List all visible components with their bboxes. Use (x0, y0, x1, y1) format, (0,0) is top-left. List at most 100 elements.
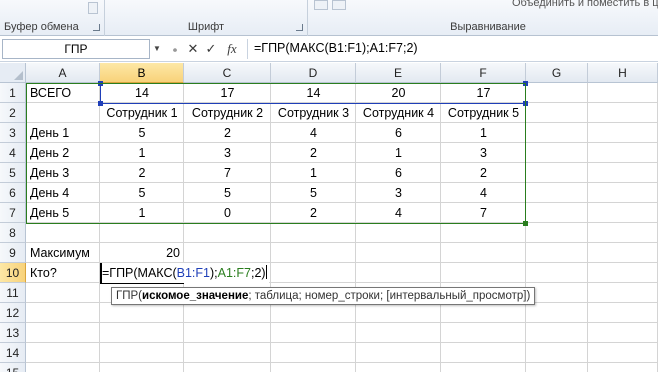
cell-f4[interactable]: 3 (441, 143, 526, 163)
cell-a1[interactable]: ВСЕГО (26, 83, 100, 103)
column-header-a[interactable]: A (26, 63, 100, 83)
cell-b4[interactable]: 1 (100, 143, 184, 163)
column-header-c[interactable]: C (184, 63, 271, 83)
row-header-10[interactable]: 10 (0, 263, 26, 283)
column-header-b[interactable]: B (100, 63, 184, 83)
row-header-2[interactable]: 2 (0, 103, 26, 123)
cell-c4[interactable]: 3 (184, 143, 271, 163)
cell-b7[interactable]: 1 (100, 203, 184, 223)
function-tooltip: ГПР(искомое_значение; таблица; номер_стр… (111, 287, 536, 305)
alignment-group-label: Выравнивание (450, 21, 526, 33)
column-header-e[interactable]: E (356, 63, 441, 83)
cell-f3[interactable]: 1 (441, 123, 526, 143)
row-header-6[interactable]: 6 (0, 183, 26, 203)
cell-e2[interactable]: Сотрудник 4 (356, 103, 441, 123)
cell-c2[interactable]: Сотрудник 2 (184, 103, 271, 123)
cell-d7[interactable]: 2 (271, 203, 356, 223)
column-header-d[interactable]: D (271, 63, 356, 83)
font-group-label: Шрифт (187, 21, 225, 33)
increase-indent-icon[interactable] (332, 0, 346, 10)
cell-a7[interactable]: День 5 (26, 203, 100, 223)
cell-b3[interactable]: 5 (100, 123, 184, 143)
cell-edit-formula[interactable]: =ГПР(МАКС(B1:F1);A1:F7;2) (102, 263, 269, 283)
row-header-5[interactable]: 5 (0, 163, 26, 183)
cell-c7[interactable]: 0 (184, 203, 271, 223)
range-handle[interactable] (523, 81, 528, 86)
cell-b1[interactable]: 14 (100, 83, 184, 103)
cell-d3[interactable]: 4 (271, 123, 356, 143)
row-header-1[interactable]: 1 (0, 83, 26, 103)
cell-c1[interactable]: 17 (184, 83, 271, 103)
gridline-vertical (587, 83, 588, 372)
cell-c5[interactable]: 7 (184, 163, 271, 183)
cell-e5[interactable]: 6 (356, 163, 441, 183)
font-launcher-icon[interactable] (296, 24, 303, 31)
tooltip-active-arg[interactable]: искомое_значение (142, 290, 248, 302)
cell-e6[interactable]: 3 (356, 183, 441, 203)
formula-bar: ГПР ▼ ⦁ ✕ ✓ fx =ГПР(МАКС(B1:F1);A1:F7;2) (0, 37, 658, 62)
cell-b5[interactable]: 2 (100, 163, 184, 183)
row-header-7[interactable]: 7 (0, 203, 26, 223)
cell-f7[interactable]: 7 (441, 203, 526, 223)
cell-d4[interactable]: 2 (271, 143, 356, 163)
range-handle[interactable] (523, 101, 528, 106)
column-header-h[interactable]: H (588, 63, 658, 83)
cell-e7[interactable]: 4 (356, 203, 441, 223)
insert-function-button[interactable]: fx (222, 40, 242, 58)
cell-d6[interactable]: 5 (271, 183, 356, 203)
cell-b9[interactable]: 20 (100, 243, 184, 263)
row-header-13[interactable]: 13 (0, 323, 26, 343)
row-header-12[interactable]: 12 (0, 303, 26, 323)
cancel-icon[interactable]: ✕ (185, 40, 201, 58)
cell-b2[interactable]: Сотрудник 1 (100, 103, 184, 123)
cell-a6[interactable]: День 4 (26, 183, 100, 203)
cell-f1[interactable]: 17 (441, 83, 526, 103)
cell-a3[interactable]: День 1 (26, 123, 100, 143)
range-handle[interactable] (98, 81, 103, 86)
formula-input[interactable]: =ГПР(МАКС(B1:F1);A1:F7;2) (247, 39, 658, 59)
edit-prefix: =ГПР(МАКС( (102, 266, 177, 280)
row-header-8[interactable]: 8 (0, 223, 26, 243)
cell-a9[interactable]: Максимум (26, 243, 100, 263)
format-painter-icon[interactable] (88, 2, 98, 14)
worksheet-grid[interactable]: ABCDEFGH 123456789101112131415 ВСЕГО1417… (0, 63, 658, 372)
cell-d1[interactable]: 14 (271, 83, 356, 103)
cell-f2[interactable]: Сотрудник 5 (441, 103, 526, 123)
cell-e3[interactable]: 6 (356, 123, 441, 143)
column-header-f[interactable]: F (441, 63, 526, 83)
select-all-corner[interactable] (0, 63, 26, 83)
decrease-indent-icon[interactable] (314, 0, 328, 10)
row-header-4[interactable]: 4 (0, 143, 26, 163)
range-handle[interactable] (98, 101, 103, 106)
column-header-g[interactable]: G (526, 63, 588, 83)
range-handle[interactable] (523, 221, 528, 226)
name-box-dropdown-icon[interactable]: ▼ (151, 39, 163, 59)
cell-e4[interactable]: 1 (356, 143, 441, 163)
cell-f5[interactable]: 2 (441, 163, 526, 183)
text-caret (265, 265, 267, 279)
cell-b6[interactable]: 5 (100, 183, 184, 203)
enter-icon[interactable]: ✓ (203, 40, 219, 58)
merge-center-button[interactable]: Объединить и поместить в центре (512, 0, 658, 9)
font-group: Шрифт (105, 0, 308, 36)
clipboard-launcher-icon[interactable] (93, 24, 100, 31)
row-header-11[interactable]: 11 (0, 283, 26, 303)
tooltip-func[interactable]: ГПР( (116, 290, 142, 302)
cell-d2[interactable]: Сотрудник 3 (271, 103, 356, 123)
row-header-15[interactable]: 15 (0, 363, 26, 372)
cell-c3[interactable]: 2 (184, 123, 271, 143)
cell-c6[interactable]: 5 (184, 183, 271, 203)
cell-d5[interactable]: 1 (271, 163, 356, 183)
formula-bar-splitter-icon[interactable]: ⦁ (168, 40, 182, 58)
cell-a5[interactable]: День 3 (26, 163, 100, 183)
cell-e1[interactable]: 20 (356, 83, 441, 103)
name-box[interactable]: ГПР (2, 39, 150, 59)
row-header-9[interactable]: 9 (0, 243, 26, 263)
cell-f6[interactable]: 4 (441, 183, 526, 203)
cell-a4[interactable]: День 2 (26, 143, 100, 163)
row-header-3[interactable]: 3 (0, 123, 26, 143)
gridline-horizontal (26, 362, 658, 363)
edit-suffix: ;2) (251, 266, 266, 280)
row-header-14[interactable]: 14 (0, 343, 26, 363)
cell-a10[interactable]: Кто? (26, 263, 100, 283)
